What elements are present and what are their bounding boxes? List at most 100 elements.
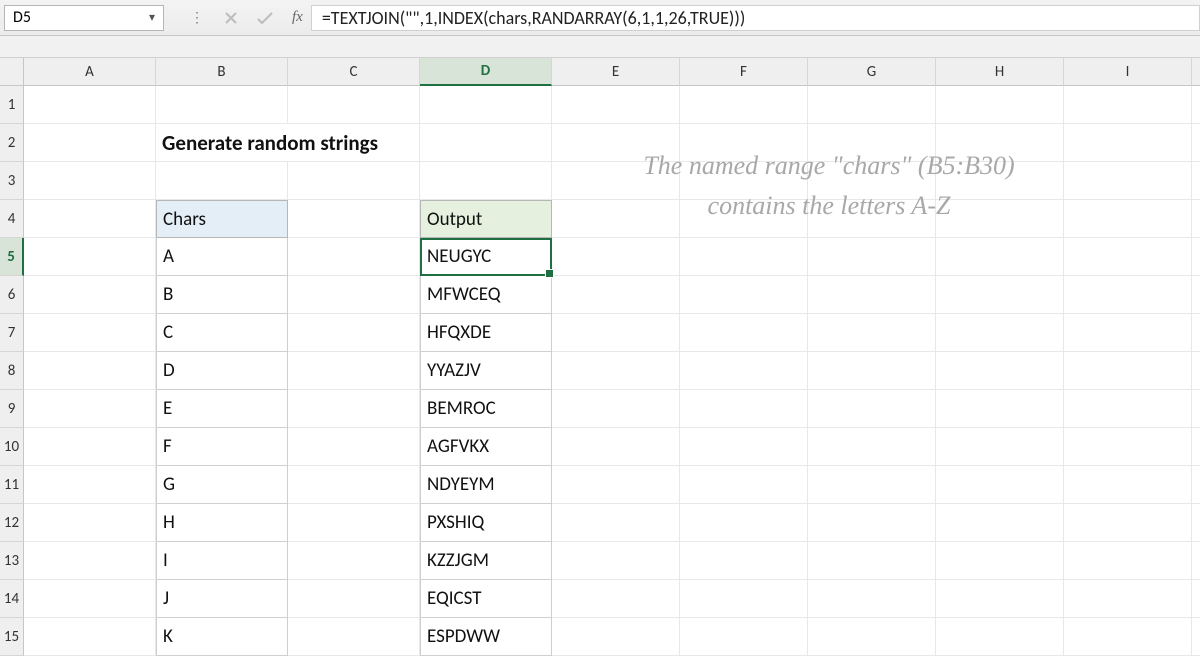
output-cell[interactable]: EQICST <box>420 580 552 618</box>
cell[interactable] <box>1192 390 1200 428</box>
output-cell[interactable]: MFWCEQ <box>420 276 552 314</box>
cell[interactable] <box>936 238 1064 276</box>
cell[interactable] <box>552 200 680 238</box>
cell[interactable] <box>420 124 552 162</box>
cancel-icon[interactable] <box>214 4 248 32</box>
cell[interactable] <box>288 504 420 542</box>
cell[interactable] <box>552 618 680 656</box>
col-header-d[interactable]: D <box>420 58 552 86</box>
cell[interactable] <box>420 86 552 124</box>
cell[interactable] <box>936 580 1064 618</box>
cell[interactable] <box>1064 618 1192 656</box>
cell[interactable] <box>24 162 156 200</box>
cell[interactable] <box>808 504 936 542</box>
cell[interactable] <box>1192 504 1200 542</box>
cell[interactable] <box>680 618 808 656</box>
cell[interactable] <box>808 238 936 276</box>
col-header-c[interactable]: C <box>288 58 420 86</box>
cell[interactable] <box>552 504 680 542</box>
cell[interactable] <box>808 124 936 162</box>
cell[interactable] <box>288 352 420 390</box>
cell[interactable] <box>680 428 808 466</box>
cell[interactable] <box>1192 276 1200 314</box>
col-header-e[interactable]: E <box>552 58 680 86</box>
cell[interactable] <box>288 86 420 124</box>
cell[interactable] <box>936 162 1064 200</box>
row-header-5[interactable]: 5 <box>0 238 24 276</box>
cell[interactable] <box>1192 314 1200 352</box>
cell[interactable] <box>1192 238 1200 276</box>
cell[interactable] <box>1192 124 1200 162</box>
cell[interactable] <box>288 466 420 504</box>
output-cell[interactable]: ESPDWW <box>420 618 552 656</box>
chars-cell[interactable]: D <box>156 352 288 390</box>
row-header-11[interactable]: 11 <box>0 466 24 504</box>
cell[interactable] <box>808 314 936 352</box>
cell[interactable] <box>156 86 288 124</box>
cell[interactable] <box>24 542 156 580</box>
cell[interactable] <box>288 162 420 200</box>
row-header-1[interactable]: 1 <box>0 86 24 124</box>
cell[interactable] <box>680 276 808 314</box>
row-header-10[interactable]: 10 <box>0 428 24 466</box>
cell[interactable] <box>1064 238 1192 276</box>
cell[interactable] <box>288 276 420 314</box>
cell[interactable] <box>24 618 156 656</box>
cell[interactable] <box>24 200 156 238</box>
cell[interactable] <box>552 580 680 618</box>
cells[interactable]: Generate random strings <box>24 86 1200 656</box>
output-cell[interactable]: KZZJGM <box>420 542 552 580</box>
col-header-g[interactable]: G <box>808 58 936 86</box>
cell[interactable] <box>1064 352 1192 390</box>
cell[interactable] <box>1192 466 1200 504</box>
cell[interactable] <box>24 86 156 124</box>
cell[interactable] <box>1064 542 1192 580</box>
cell[interactable] <box>1192 580 1200 618</box>
chars-cell[interactable]: I <box>156 542 288 580</box>
cell[interactable] <box>808 618 936 656</box>
cell[interactable] <box>420 162 552 200</box>
cell[interactable] <box>1192 86 1200 124</box>
fx-label[interactable]: fx <box>292 9 303 26</box>
cell[interactable] <box>808 200 936 238</box>
cell[interactable] <box>936 124 1064 162</box>
cell[interactable] <box>1192 618 1200 656</box>
col-header-i[interactable]: I <box>1064 58 1192 86</box>
cell[interactable] <box>552 276 680 314</box>
cell[interactable] <box>808 162 936 200</box>
cell[interactable] <box>552 314 680 352</box>
cell[interactable] <box>1064 466 1192 504</box>
cell[interactable] <box>680 162 808 200</box>
row-header-3[interactable]: 3 <box>0 162 24 200</box>
more-icon[interactable]: ⋮ <box>180 4 214 32</box>
row-header-6[interactable]: 6 <box>0 276 24 314</box>
select-all-corner[interactable] <box>0 58 24 86</box>
cell[interactable] <box>1064 124 1192 162</box>
cell[interactable] <box>808 542 936 580</box>
row-header-8[interactable]: 8 <box>0 352 24 390</box>
cell[interactable] <box>552 86 680 124</box>
chars-cell[interactable]: F <box>156 428 288 466</box>
cell[interactable] <box>552 162 680 200</box>
cell[interactable] <box>936 276 1064 314</box>
cell[interactable] <box>680 352 808 390</box>
chars-cell[interactable]: J <box>156 580 288 618</box>
output-cell[interactable]: AGFVKX <box>420 428 552 466</box>
cell[interactable] <box>24 276 156 314</box>
chars-cell[interactable]: B <box>156 276 288 314</box>
cell[interactable] <box>936 618 1064 656</box>
col-header-j[interactable]: J <box>1192 58 1200 86</box>
cell[interactable] <box>552 542 680 580</box>
cell[interactable] <box>936 390 1064 428</box>
chars-cell[interactable]: K <box>156 618 288 656</box>
chars-header[interactable]: Chars <box>156 200 288 238</box>
cell[interactable] <box>808 466 936 504</box>
cell[interactable] <box>552 466 680 504</box>
cell[interactable] <box>1192 200 1200 238</box>
cell[interactable] <box>808 580 936 618</box>
cell[interactable] <box>552 390 680 428</box>
row-header-14[interactable]: 14 <box>0 580 24 618</box>
cell[interactable] <box>288 428 420 466</box>
cell[interactable] <box>24 390 156 428</box>
col-header-h[interactable]: H <box>936 58 1064 86</box>
